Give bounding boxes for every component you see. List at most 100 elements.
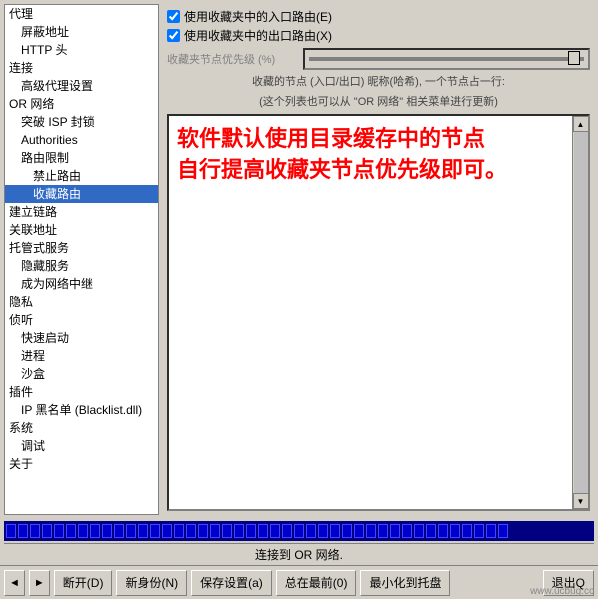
sidebar-item-assoc-addr[interactable]: 关联地址 [5, 221, 158, 239]
main-textbox-content: 软件默认使用目录缓存中的节点 自行提高收藏夹节点优先级即可。 [177, 124, 580, 186]
progress-block [246, 524, 256, 538]
progress-block [342, 524, 352, 538]
progress-block [42, 524, 52, 538]
sidebar-item-build-circuit[interactable]: 建立链路 [5, 203, 158, 221]
sidebar-item-listen[interactable]: 侦听 [5, 311, 158, 329]
sidebar-item-sandbox[interactable]: 沙盒 [5, 365, 158, 383]
progress-block [270, 524, 280, 538]
sidebar-item-managed-svc[interactable]: 托管式服务 [5, 239, 158, 257]
progress-block [54, 524, 64, 538]
progress-block [222, 524, 232, 538]
sidebar-item-route-limit[interactable]: 路由限制 [5, 149, 158, 167]
sidebar-item-blacklist[interactable]: IP 黑名单 (Blacklist.dll) [5, 401, 158, 419]
checkbox-entry-route[interactable] [167, 10, 180, 23]
progress-block [354, 524, 364, 538]
sidebar-item-authorities[interactable]: Authorities [5, 131, 158, 149]
checkbox-exit-route[interactable] [167, 29, 180, 42]
sidebar-item-adv-proxy[interactable]: 高级代理设置 [5, 77, 158, 95]
save-settings-button[interactable]: 保存设置(a) [191, 570, 272, 596]
sidebar-item-break-isp[interactable]: 突破 ISP 封锁 [5, 113, 158, 131]
progress-block [306, 524, 316, 538]
watermark: www.ucbug.cc [530, 586, 594, 597]
sidebar-item-or-network[interactable]: OR 网络 [5, 95, 158, 113]
main-text-line1: 软件默认使用目录缓存中的节点 [177, 124, 580, 155]
sidebar-item-become-relay[interactable]: 成为网络中继 [5, 275, 158, 293]
progress-block [282, 524, 292, 538]
progress-block [90, 524, 100, 538]
slider-row: 收藏夹节点优先级 (%) [167, 48, 590, 70]
progress-block [486, 524, 496, 538]
sidebar-item-debug[interactable]: 调试 [5, 437, 158, 455]
sidebar-item-privacy[interactable]: 隐私 [5, 293, 158, 311]
progress-block [450, 524, 460, 538]
bottom-buttons: ◄ ► 断开(D) 新身份(N) 保存设置(a) 总在最前(0) 最小化到托盘 … [0, 565, 598, 599]
progress-block [402, 524, 412, 538]
progress-block [498, 524, 508, 538]
progress-block [258, 524, 268, 538]
progress-block [6, 524, 16, 538]
sidebar-item-plugins[interactable]: 插件 [5, 383, 158, 401]
progress-block [198, 524, 208, 538]
progress-block [186, 524, 196, 538]
main-window: 代理 屏蔽地址 HTTP 头 连接 高级代理设置 OR 网络 突破 ISP 封锁… [0, 0, 598, 599]
progress-block [414, 524, 424, 538]
main-text-line2: 自行提高收藏夹节点优先级即可。 [177, 155, 580, 186]
checkbox-entry-label: 使用收藏夹中的入口路由(E) [184, 8, 332, 25]
sidebar-item-fav-route[interactable]: 收藏路由 [5, 185, 158, 203]
nav-fwd-button[interactable]: ► [29, 570, 50, 596]
sidebar-item-connect[interactable]: 连接 [5, 59, 158, 77]
sidebar-item-block-addr[interactable]: 屏蔽地址 [5, 23, 158, 41]
progress-block [138, 524, 148, 538]
sidebar-item-proxy[interactable]: 代理 [5, 5, 158, 23]
checkbox-row-2: 使用收藏夹中的出口路由(X) [167, 27, 590, 44]
progress-block [114, 524, 124, 538]
slider-label: 收藏夹节点优先级 (%) [167, 51, 297, 67]
progress-block [474, 524, 484, 538]
panel-content: 使用收藏夹中的入口路由(E) 使用收藏夹中的出口路由(X) 收藏夹节点优先级 (… [163, 4, 594, 515]
nav-back-button[interactable]: ◄ [4, 570, 25, 596]
sidebar-item-http-head[interactable]: HTTP 头 [5, 41, 158, 59]
progress-block [234, 524, 244, 538]
progress-block [438, 524, 448, 538]
sidebar-item-quick-start[interactable]: 快速启动 [5, 329, 158, 347]
sidebar-item-forbid-route[interactable]: 禁止路由 [5, 167, 158, 185]
sidebar-item-system[interactable]: 系统 [5, 419, 158, 437]
checkbox-exit-label: 使用收藏夹中的出口路由(X) [184, 27, 332, 44]
disconnect-button[interactable]: 断开(D) [54, 570, 113, 596]
progress-block [462, 524, 472, 538]
progress-block [66, 524, 76, 538]
sidebar-item-process[interactable]: 进程 [5, 347, 158, 365]
new-identity-button[interactable]: 新身份(N) [116, 570, 187, 596]
progress-block [390, 524, 400, 538]
progress-block [78, 524, 88, 538]
progress-block [150, 524, 160, 538]
slider-track [309, 57, 584, 61]
sidebar-item-hidden-svc[interactable]: 隐藏服务 [5, 257, 158, 275]
status-text: 连接到 OR 网络. [255, 546, 343, 563]
sidebar-item-about[interactable]: 关于 [5, 455, 158, 473]
status-bar: 连接到 OR 网络. [4, 543, 594, 565]
minimize-tray-button[interactable]: 最小化到托盘 [360, 570, 450, 596]
progress-block [426, 524, 436, 538]
info-text-2: (这个列表也可以从 "OR 网络" 相关菜单进行更新) [167, 94, 590, 110]
main-textbox: 软件默认使用目录缓存中的节点 自行提高收藏夹节点优先级即可。 ▲ ▼ [167, 114, 590, 511]
scroll-down-btn[interactable]: ▼ [573, 493, 589, 509]
scroll-up-btn[interactable]: ▲ [573, 116, 589, 132]
progress-area [4, 521, 594, 541]
progress-block [162, 524, 172, 538]
right-panel: 使用收藏夹中的入口路由(E) 使用收藏夹中的出口路由(X) 收藏夹节点优先级 (… [163, 4, 594, 515]
scroll-track[interactable] [574, 132, 588, 493]
info-text-1: 收藏的节点 (入口/出口) 昵称(哈希), 一个节点占一行: [167, 74, 590, 90]
always-on-top-button[interactable]: 总在最前(0) [276, 570, 357, 596]
progress-block [30, 524, 40, 538]
progress-block [294, 524, 304, 538]
checkbox-row-1: 使用收藏夹中的入口路由(E) [167, 8, 590, 25]
sidebar-tree: 代理 屏蔽地址 HTTP 头 连接 高级代理设置 OR 网络 突破 ISP 封锁… [4, 4, 159, 515]
priority-slider-container [303, 48, 590, 70]
progress-block [318, 524, 328, 538]
progress-block [210, 524, 220, 538]
progress-block [126, 524, 136, 538]
scrollbar: ▲ ▼ [572, 116, 588, 509]
progress-block [174, 524, 184, 538]
slider-thumb[interactable] [568, 51, 580, 65]
